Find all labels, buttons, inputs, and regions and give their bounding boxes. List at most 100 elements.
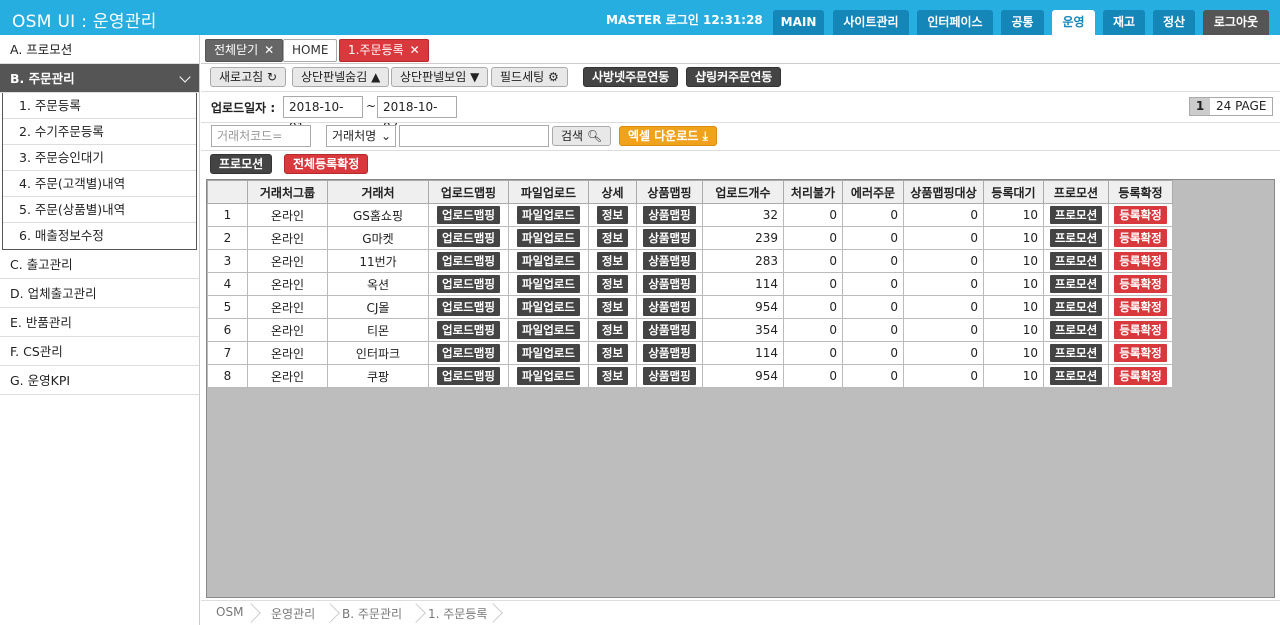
sidebar-menu-order[interactable]: B. 주문관리	[0, 64, 199, 93]
product-mapping-button[interactable]: 상품맵핑	[643, 206, 696, 224]
file-upload-button[interactable]: 파일업로드	[517, 229, 580, 247]
col-confirm[interactable]: 등록확정	[1108, 180, 1173, 204]
close-icon[interactable]: ✕	[264, 43, 274, 57]
row-promotion-button[interactable]: 프로모션	[1049, 344, 1103, 362]
col-upload-mapping[interactable]: 업로드맵핑	[428, 180, 509, 204]
submenu-order-by-product[interactable]: 5. 주문(상품별)내역	[3, 197, 196, 223]
upload-mapping-button[interactable]: 업로드맵핑	[437, 367, 500, 385]
shoplinker-sync-button[interactable]: 샵링커주문연동	[686, 67, 782, 87]
detail-button[interactable]: 정보	[596, 229, 629, 247]
keyword-input[interactable]	[399, 125, 549, 147]
row-confirm-button[interactable]: 등록확정	[1114, 229, 1167, 247]
product-mapping-button[interactable]: 상품맵핑	[643, 298, 696, 316]
date-to-input[interactable]: 2018-10-07	[377, 96, 457, 134]
table-row[interactable]: 7 온라인 인터파크 업로드맵핑 파일업로드 정보 상품맵핑 114 0 0 0 10 프로모션 등록확정	[207, 341, 1173, 365]
upload-mapping-button[interactable]: 업로드맵핑	[437, 206, 500, 224]
col-group[interactable]: 거래처그룹	[247, 180, 328, 204]
product-mapping-button[interactable]: 상품맵핑	[643, 229, 696, 247]
sabangnet-sync-button[interactable]: 사방넷주문연동	[583, 67, 679, 87]
table-row[interactable]: 1 온라인 GS홈쇼핑 업로드맵핑 파일업로드 정보 상품맵핑 32 0 0 0 10 프로모션 등록확정	[207, 203, 1173, 227]
submenu-order-approval[interactable]: 3. 주문승인대기	[3, 145, 196, 171]
file-upload-button[interactable]: 파일업로드	[517, 321, 580, 339]
sidebar-menu-return[interactable]: E. 반품관리	[0, 308, 199, 337]
col-product-mapping[interactable]: 상품맵핑	[636, 180, 703, 204]
row-confirm-button[interactable]: 등록확정	[1114, 275, 1167, 293]
table-row[interactable]: 6 온라인 티몬 업로드맵핑 파일업로드 정보 상품맵핑 354 0 0 0 10 프로모션 등록확정	[207, 318, 1173, 342]
col-promotion[interactable]: 프로모션	[1043, 180, 1109, 204]
col-fail[interactable]: 처리불가	[783, 180, 843, 204]
upload-mapping-button[interactable]: 업로드맵핑	[437, 275, 500, 293]
detail-button[interactable]: 정보	[596, 206, 629, 224]
col-detail[interactable]: 상세	[588, 180, 637, 204]
row-confirm-button[interactable]: 등록확정	[1114, 298, 1167, 316]
nav-tab-settlement[interactable]: 정산	[1153, 10, 1195, 35]
row-promotion-button[interactable]: 프로모션	[1049, 367, 1103, 385]
product-mapping-button[interactable]: 상품맵핑	[643, 321, 696, 339]
upload-mapping-button[interactable]: 업로드맵핑	[437, 229, 500, 247]
upload-mapping-button[interactable]: 업로드맵핑	[437, 298, 500, 316]
table-row[interactable]: 8 온라인 쿠팡 업로드맵핑 파일업로드 정보 상품맵핑 954 0 0 0 10 프로모션 등록확정	[207, 364, 1173, 388]
product-mapping-button[interactable]: 상품맵핑	[643, 344, 696, 362]
upload-mapping-button[interactable]: 업로드맵핑	[437, 252, 500, 270]
col-wait[interactable]: 등록대기	[983, 180, 1044, 204]
row-confirm-button[interactable]: 등록확정	[1114, 344, 1167, 362]
nav-tab-inventory[interactable]: 재고	[1103, 10, 1145, 35]
detail-button[interactable]: 정보	[596, 252, 629, 270]
promotion-button[interactable]: 프로모션	[210, 154, 273, 174]
refresh-button[interactable]: 새로고침 ↻	[210, 67, 287, 87]
file-upload-button[interactable]: 파일업로드	[517, 367, 580, 385]
submenu-order-register[interactable]: 1. 주문등록	[3, 93, 196, 119]
nav-tab-main[interactable]: MAIN	[773, 10, 824, 35]
detail-button[interactable]: 정보	[596, 321, 629, 339]
file-upload-button[interactable]: 파일업로드	[517, 298, 580, 316]
col-file-upload[interactable]: 파일업로드	[508, 180, 589, 204]
col-mapping-target[interactable]: 상품맵핑대상	[903, 180, 984, 204]
nav-tab-interface[interactable]: 인터페이스	[917, 10, 993, 35]
table-row[interactable]: 5 온라인 CJ몰 업로드맵핑 파일업로드 정보 상품맵핑 954 0 0 0 10 프로모션 등록확정	[207, 295, 1173, 319]
row-confirm-button[interactable]: 등록확정	[1114, 206, 1167, 224]
upload-mapping-button[interactable]: 업로드맵핑	[437, 344, 500, 362]
col-upload-count[interactable]: 업로드개수	[702, 180, 784, 204]
product-mapping-button[interactable]: 상품맵핑	[643, 275, 696, 293]
file-upload-button[interactable]: 파일업로드	[517, 206, 580, 224]
col-error[interactable]: 에러주문	[842, 180, 904, 204]
vendor-code-input[interactable]: 거래처코드=	[211, 125, 311, 147]
sidebar-menu-shipping[interactable]: C. 출고관리	[0, 250, 199, 279]
file-upload-button[interactable]: 파일업로드	[517, 344, 580, 362]
vendor-select[interactable]: 거래처명 ⌄	[326, 125, 396, 147]
page-current[interactable]: 1	[1190, 98, 1210, 115]
nav-tab-common[interactable]: 공통	[1001, 10, 1044, 35]
hide-panel-button[interactable]: 상단판넬숨김 ▲	[292, 67, 390, 87]
excel-download-button[interactable]: 엑셀 다운로드 ⤓	[619, 126, 717, 146]
product-mapping-button[interactable]: 상품맵핑	[643, 252, 696, 270]
product-mapping-button[interactable]: 상품맵핑	[643, 367, 696, 385]
upload-mapping-button[interactable]: 업로드맵핑	[437, 321, 500, 339]
detail-button[interactable]: 정보	[596, 275, 629, 293]
file-upload-button[interactable]: 파일업로드	[517, 252, 580, 270]
submenu-sales-edit[interactable]: 6. 매출정보수정	[3, 223, 196, 249]
nav-tab-logout[interactable]: 로그아웃	[1203, 10, 1269, 35]
detail-button[interactable]: 정보	[596, 367, 629, 385]
nav-tab-operation[interactable]: 운영	[1052, 10, 1095, 35]
sidebar-menu-kpi[interactable]: G. 운영KPI	[0, 366, 199, 395]
row-confirm-button[interactable]: 등록확정	[1114, 367, 1167, 385]
detail-button[interactable]: 정보	[596, 344, 629, 362]
close-icon[interactable]: ✕	[410, 43, 420, 57]
row-promotion-button[interactable]: 프로모션	[1049, 252, 1103, 270]
sidebar-menu-promotion[interactable]: A. 프로모션	[0, 35, 199, 64]
row-promotion-button[interactable]: 프로모션	[1049, 229, 1103, 247]
file-upload-button[interactable]: 파일업로드	[517, 275, 580, 293]
nav-tab-site-admin[interactable]: 사이트관리	[833, 10, 909, 35]
submenu-manual-order[interactable]: 2. 수기주문등록	[3, 119, 196, 145]
sidebar-menu-vendor-shipping[interactable]: D. 업체출고관리	[0, 279, 199, 308]
row-confirm-button[interactable]: 등록확정	[1114, 252, 1167, 270]
field-setting-button[interactable]: 필드세팅 ⚙	[491, 67, 568, 87]
table-row[interactable]: 4 온라인 옥션 업로드맵핑 파일업로드 정보 상품맵핑 114 0 0 0 10 프로모션 등록확정	[207, 272, 1173, 296]
row-promotion-button[interactable]: 프로모션	[1049, 206, 1103, 224]
tab-home[interactable]: HOME	[283, 39, 338, 62]
sidebar-menu-cs[interactable]: F. CS관리	[0, 337, 199, 366]
table-row[interactable]: 3 온라인 11번가 업로드맵핑 파일업로드 정보 상품맵핑 283 0 0 0 10 프로모션 등록확정	[207, 249, 1173, 273]
table-row[interactable]: 2 온라인 G마켓 업로드맵핑 파일업로드 정보 상품맵핑 239 0 0 0 10 프로모션 등록확정	[207, 226, 1173, 250]
breadcrumb-item[interactable]: OSM	[216, 605, 243, 619]
search-button[interactable]: 검색 🔍︎	[552, 126, 612, 146]
